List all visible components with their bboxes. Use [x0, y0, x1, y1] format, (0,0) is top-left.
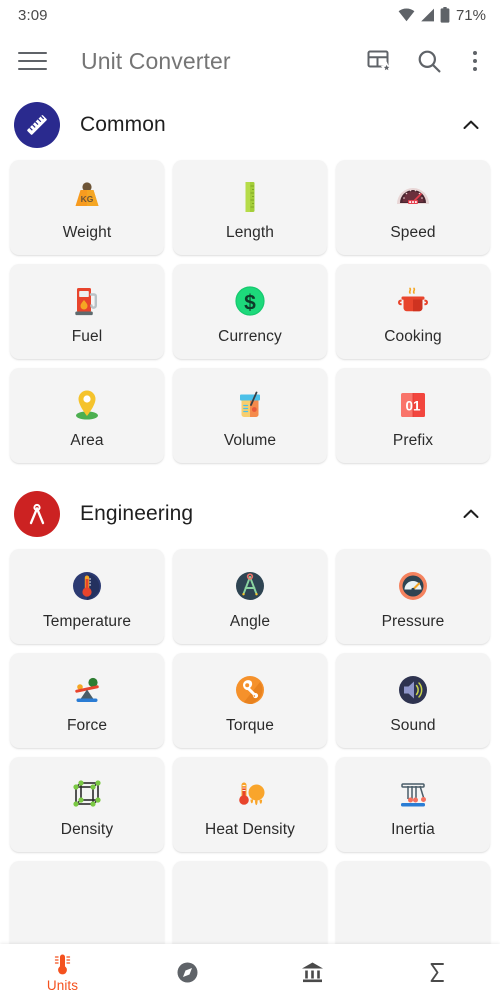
overflow-menu-icon[interactable] — [464, 46, 486, 76]
card-label: Torque — [226, 716, 274, 734]
newtons-cradle-icon — [390, 771, 436, 817]
compass-icon — [175, 959, 200, 985]
status-indicators: 71% — [398, 7, 486, 24]
fuel-pump-icon — [64, 278, 110, 324]
section-title-engineering: Engineering — [80, 502, 194, 525]
speaker-sound-icon — [390, 667, 436, 713]
card-grid-partial-row — [0, 861, 500, 944]
card-sound[interactable]: Sound — [336, 653, 490, 748]
svg-text:$: $ — [244, 291, 256, 314]
ruler-icon — [14, 102, 60, 148]
card-pressure[interactable]: Pressure — [336, 549, 490, 644]
chevron-up-icon[interactable] — [458, 112, 484, 138]
card-fuel[interactable]: Fuel — [10, 264, 164, 359]
card-label: Currency — [218, 327, 282, 345]
nav-item-bank[interactable] — [250, 944, 375, 1000]
card-label: Volume — [223, 431, 277, 449]
card-grid-engineering: Temperature Angle Pressure Force Torque … — [0, 549, 500, 852]
bottom-navigation: Units — [0, 944, 500, 1000]
card-volume[interactable]: Volume — [173, 368, 327, 463]
card-heat-density[interactable]: Heat Density — [173, 757, 327, 852]
thermometer-icon — [64, 563, 110, 609]
lattice-cube-icon — [64, 771, 110, 817]
nav-item-compass[interactable] — [125, 944, 250, 1000]
battery-percent: 71% — [455, 6, 486, 24]
card-label: Fuel — [71, 327, 103, 345]
section-header-engineering[interactable]: Engineering — [0, 481, 500, 549]
bank-icon — [300, 959, 325, 985]
section-title-common: Common — [80, 113, 166, 136]
card-label: Temperature — [42, 612, 132, 630]
card-area[interactable]: Area — [10, 368, 164, 463]
ruler-green-icon — [227, 174, 273, 220]
svg-text:KG: KG — [81, 194, 94, 204]
card-density[interactable]: Density — [10, 757, 164, 852]
card-torque[interactable]: Torque — [173, 653, 327, 748]
card-label: Weight — [62, 223, 112, 241]
card-label: Length — [225, 223, 274, 241]
wifi-icon — [398, 8, 415, 22]
map-pin-icon — [64, 382, 110, 428]
thermometer-units-icon — [50, 951, 75, 977]
app-bar-actions — [364, 46, 486, 76]
card-temperature[interactable]: Temperature — [10, 549, 164, 644]
nav-label-units: Units — [46, 978, 79, 993]
card-angle[interactable]: Angle — [173, 549, 327, 644]
card-partial[interactable] — [336, 861, 490, 944]
protractor-compass-icon — [227, 563, 273, 609]
compass-divider-icon — [14, 491, 60, 537]
card-label: Inertia — [391, 820, 435, 838]
card-force[interactable]: Force — [10, 653, 164, 748]
wrench-gear-icon — [227, 667, 273, 713]
card-label: Force — [66, 716, 108, 734]
card-partial[interactable] — [10, 861, 164, 944]
card-label: Density — [60, 820, 114, 838]
speedometer-icon — [390, 174, 436, 220]
nav-item-sigma[interactable] — [375, 944, 500, 1000]
section-header-common[interactable]: Common — [0, 92, 500, 160]
beaker-icon — [227, 382, 273, 428]
cooking-pot-icon — [390, 278, 436, 324]
status-bar: 3:09 71% — [0, 0, 500, 30]
card-label: Speed — [390, 223, 436, 241]
card-label: Area — [70, 431, 104, 449]
card-grid-common: KG Weight Length Speed Fuel $ Currency C… — [0, 160, 500, 463]
hamburger-menu-icon[interactable] — [18, 44, 52, 78]
weight-kg-icon: KG — [64, 174, 110, 220]
card-label: Angle — [229, 612, 271, 630]
signal-icon — [420, 8, 435, 22]
seesaw-balance-icon — [64, 667, 110, 713]
card-label: Cooking — [384, 327, 442, 345]
sigma-icon — [425, 959, 450, 985]
card-prefix[interactable]: 01 Prefix — [336, 368, 490, 463]
card-speed[interactable]: Speed — [336, 160, 490, 255]
pressure-gauge-icon — [390, 563, 436, 609]
card-weight[interactable]: KG Weight — [10, 160, 164, 255]
heat-density-icon — [227, 771, 273, 817]
card-currency[interactable]: $ Currency — [173, 264, 327, 359]
card-partial[interactable] — [173, 861, 327, 944]
nav-item-units[interactable]: Units — [0, 944, 125, 1000]
card-cooking[interactable]: Cooking — [336, 264, 490, 359]
card-label: Sound — [390, 716, 436, 734]
search-icon[interactable] — [414, 46, 444, 76]
chevron-up-icon[interactable] — [458, 501, 484, 527]
app-bar: Unit Converter — [0, 30, 500, 92]
page-title: Unit Converter — [81, 47, 231, 74]
svg-text:01: 01 — [405, 398, 421, 413]
favorites-grid-icon[interactable] — [364, 46, 394, 76]
card-label: Heat Density — [205, 820, 295, 838]
dollar-coin-icon: $ — [227, 278, 273, 324]
card-length[interactable]: Length — [173, 160, 327, 255]
sections-scroll-area[interactable]: Common KG Weight Length Speed Fuel $ Cur… — [0, 92, 500, 944]
card-inertia[interactable]: Inertia — [336, 757, 490, 852]
card-label: Pressure — [381, 612, 445, 630]
card-label: Prefix — [392, 431, 434, 449]
flip-card-01-icon: 01 — [390, 382, 436, 428]
status-time: 3:09 — [18, 6, 48, 24]
battery-icon — [440, 7, 450, 23]
